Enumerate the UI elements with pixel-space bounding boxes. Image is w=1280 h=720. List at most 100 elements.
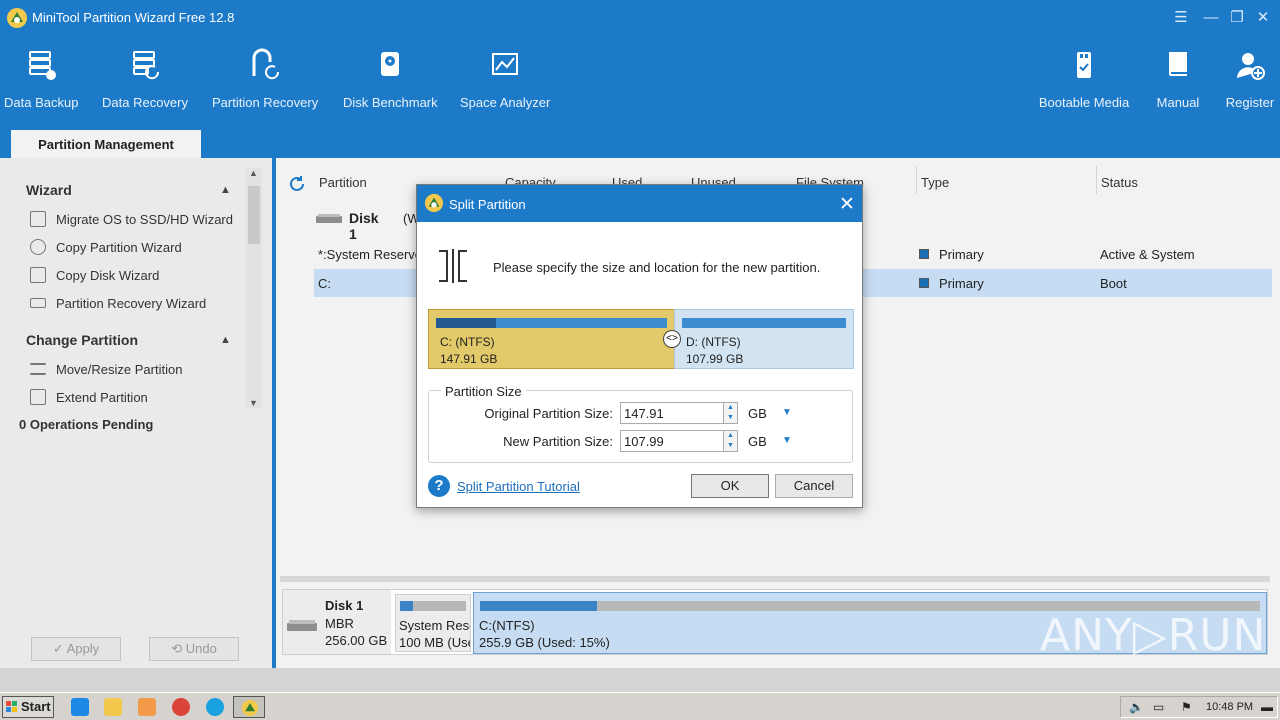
new-size-stepper[interactable]: ▲ ▼ <box>724 430 738 452</box>
original-size-input[interactable] <box>620 402 724 424</box>
cancel-button[interactable]: Cancel <box>775 474 853 498</box>
tab-partition-management[interactable]: Partition Management <box>11 130 201 158</box>
app-title: MiniTool Partition Wizard Free 12.8 <box>32 10 235 25</box>
partition-name: C: <box>318 276 331 291</box>
right-partition-size: 107.99 GB <box>686 352 744 366</box>
new-size-input[interactable] <box>620 430 724 452</box>
disk-benchmark-button[interactable]: Disk Benchmark <box>343 48 438 114</box>
system-tray: 🔈 ▭ ⚑ ▬ <box>1120 696 1278 718</box>
partition-recovery-button[interactable]: Partition Recovery <box>212 48 318 114</box>
ok-button[interactable]: OK <box>691 474 769 498</box>
check-icon: ✓ <box>52 641 67 656</box>
bootable-media-icon <box>1077 52 1091 78</box>
windows-flag-icon <box>6 701 17 712</box>
chrome-icon[interactable] <box>172 698 190 716</box>
new-unit-dropdown-icon[interactable]: ▼ <box>782 435 792 446</box>
copy-disk-icon <box>30 267 46 283</box>
restore-button[interactable]: ❐ <box>1225 6 1249 30</box>
register-button[interactable]: Register <box>1224 48 1276 114</box>
operations-pending: 0 Operations Pending <box>19 417 154 432</box>
column-divider <box>916 166 917 194</box>
space-analyzer-button[interactable]: Space Analyzer <box>460 48 550 114</box>
sidebar-item-move-resize[interactable]: Move/Resize Partition <box>30 359 182 379</box>
hdd-icon <box>316 214 342 223</box>
disk-map-partition-system[interactable]: System Rese 100 MB (Use <box>395 594 471 652</box>
scroll-down-icon[interactable]: ▼ <box>249 398 258 408</box>
apply-button[interactable]: ✓ Apply <box>31 637 121 661</box>
partition-name: C:(NTFS) <box>479 618 535 633</box>
flag-icon[interactable]: ⚑ <box>1181 700 1192 714</box>
taskbar: Start 🔈 ▭ ⚑ ▬ 10:48 PM <box>0 692 1280 720</box>
sidebar-scrollbar[interactable]: ▲ ▼ <box>246 168 262 408</box>
dialog-close-icon[interactable]: ✕ <box>839 193 855 216</box>
partition-size-group <box>428 390 853 463</box>
bootable-media-button[interactable]: Bootable Media <box>1036 48 1132 114</box>
internet-explorer-icon[interactable] <box>71 698 89 716</box>
type-swatch <box>919 249 929 259</box>
partition-type: Primary <box>939 276 984 291</box>
dialog-title-bar[interactable]: Split Partition ✕ <box>417 185 862 222</box>
scroll-up-icon[interactable]: ▲ <box>249 168 258 178</box>
minimize-button[interactable]: — <box>1199 6 1223 30</box>
original-unit-dropdown-icon[interactable]: ▼ <box>782 407 792 418</box>
disk-label: Disk 1 <box>349 210 379 242</box>
dialog-message: Please specify the size and location for… <box>493 260 821 275</box>
split-drag-handle-icon[interactable]: <> <box>663 330 681 348</box>
partition-recovery-icon <box>252 48 280 80</box>
refresh-icon[interactable] <box>288 175 306 193</box>
column-status[interactable]: Status <box>1101 175 1138 190</box>
right-partition-block[interactable]: D: (NTFS) 107.99 GB <box>674 309 854 369</box>
show-desktop-icon[interactable]: ▬ <box>1261 700 1273 714</box>
column-type[interactable]: Type <box>921 175 949 190</box>
left-partition-block[interactable]: C: (NTFS) 147.91 GB <box>428 309 675 369</box>
wizard-collapse-icon[interactable]: ▲ <box>220 184 231 196</box>
register-label: Register <box>1225 95 1275 110</box>
change-partition-collapse-icon[interactable]: ▲ <box>220 334 231 346</box>
data-backup-label: Data Backup <box>4 95 79 110</box>
sidebar-item-migrate-os[interactable]: Migrate OS to SSD/HD Wizard <box>30 209 233 229</box>
manual-icon <box>1169 52 1187 76</box>
original-size-stepper[interactable]: ▲ ▼ <box>724 402 738 424</box>
data-backup-button[interactable]: Data Backup <box>4 48 78 114</box>
sidebar-item-copy-partition[interactable]: Copy Partition Wizard <box>30 237 182 257</box>
disk-map-info[interactable]: Disk 1 MBR 256.00 GB <box>283 590 391 654</box>
volume-icon[interactable]: 🔈 <box>1129 700 1144 714</box>
usage-fill <box>436 318 496 328</box>
disk-benchmark-label: Disk Benchmark <box>343 95 438 110</box>
space-analyzer-label: Space Analyzer <box>460 95 551 110</box>
type-swatch <box>919 278 929 288</box>
network-icon[interactable]: ▭ <box>1153 700 1164 714</box>
data-recovery-button[interactable]: Data Recovery <box>102 48 188 114</box>
new-size-unit: GB <box>748 434 767 449</box>
right-partition-name: D: (NTFS) <box>686 335 741 349</box>
scrollbar-thumb[interactable] <box>248 186 260 244</box>
app-logo-icon <box>424 193 444 213</box>
partition-recovery-wizard-icon <box>30 298 46 308</box>
sidebar-item-partition-recovery[interactable]: Partition Recovery Wizard <box>30 293 206 313</box>
taskbar-partition-wizard[interactable] <box>233 696 265 718</box>
sidebar-item-copy-disk[interactable]: Copy Disk Wizard <box>30 265 159 285</box>
media-player-icon[interactable] <box>138 698 156 716</box>
edge-icon[interactable] <box>206 698 224 716</box>
tutorial-link[interactable]: Split Partition Tutorial <box>457 479 580 494</box>
help-icon[interactable]: ? <box>428 475 450 497</box>
partition-name: *:System Reserve <box>318 247 423 262</box>
sidebar-item-extend-partition[interactable]: Extend Partition <box>30 387 148 407</box>
data-recovery-icon <box>133 51 160 80</box>
manual-label: Manual <box>1156 95 1200 110</box>
manual-button[interactable]: Manual <box>1154 48 1202 114</box>
space-analyzer-icon <box>492 53 518 75</box>
app-header: MiniTool Partition Wizard Free 12.8 ☰ — … <box>0 0 1280 158</box>
start-button[interactable]: Start <box>2 696 54 718</box>
original-size-unit: GB <box>748 406 767 421</box>
column-partition[interactable]: Partition <box>319 175 367 190</box>
close-button[interactable]: ✕ <box>1251 6 1275 30</box>
menu-icon[interactable]: ☰ <box>1169 6 1193 30</box>
panel-splitter[interactable] <box>280 576 1270 582</box>
file-explorer-icon[interactable] <box>104 698 122 716</box>
start-label: Start <box>21 699 51 714</box>
usage-bar <box>400 601 466 611</box>
copy-partition-icon <box>30 239 46 255</box>
undo-button[interactable]: ⟲ Undo <box>149 637 239 661</box>
sidebar-item-label: Copy Partition Wizard <box>56 239 182 255</box>
